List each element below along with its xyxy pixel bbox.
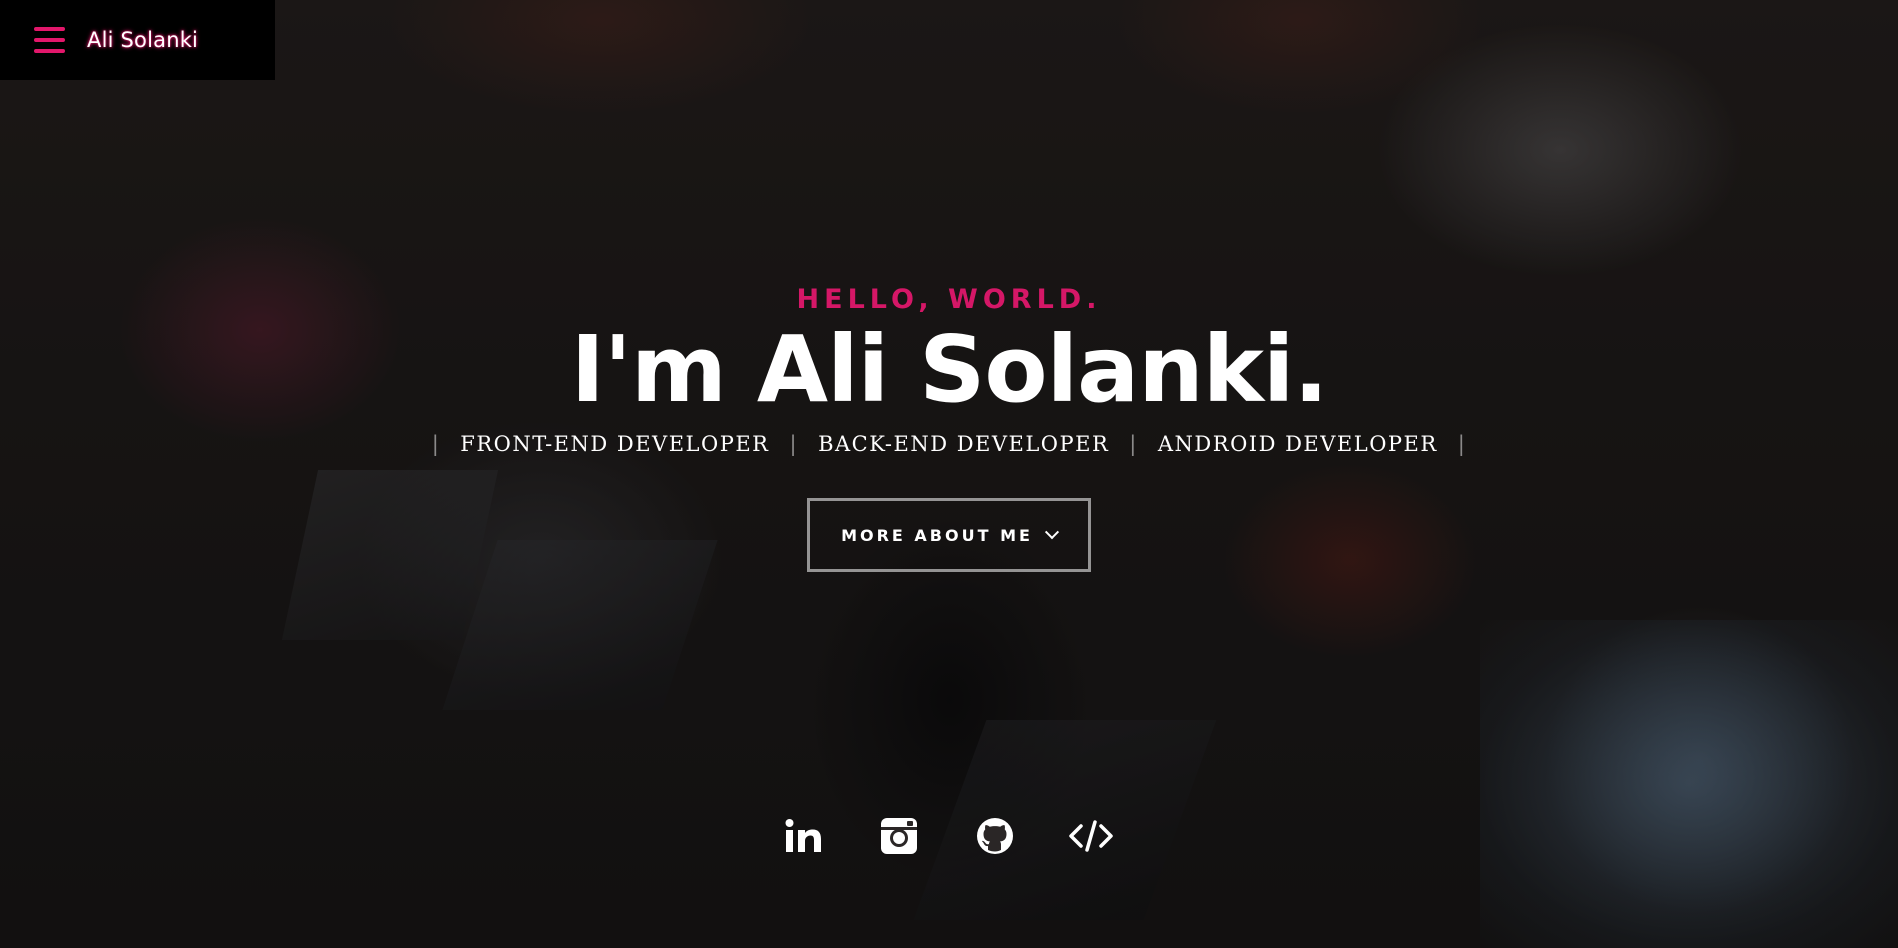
- code-link[interactable]: [1065, 812, 1117, 860]
- linkedin-link[interactable]: [777, 812, 829, 860]
- hamburger-menu-icon[interactable]: [34, 27, 65, 53]
- chevron-down-icon: [1044, 525, 1059, 540]
- social-links: [0, 812, 1896, 860]
- instagram-link[interactable]: [873, 812, 925, 860]
- hero-section: Ali Solanki HELLO, WORLD. I'm Ali Solank…: [0, 0, 1898, 948]
- role-item: ANDROID DEVELOPER: [1157, 432, 1438, 456]
- instagram-icon: [881, 818, 917, 854]
- role-separator: |: [789, 432, 799, 456]
- more-about-me-label: MORE ABOUT ME: [841, 525, 1033, 545]
- role-separator: |: [1129, 432, 1138, 456]
- role-item: FRONT-END DEVELOPER: [460, 432, 770, 456]
- code-icon: [1069, 820, 1113, 852]
- hero-content: HELLO, WORLD. I'm Ali Solanki. | FRONT-E…: [0, 280, 1898, 572]
- more-about-me-button[interactable]: MORE ABOUT ME: [807, 498, 1091, 572]
- role-separator: |: [431, 432, 441, 456]
- site-brand[interactable]: Ali Solanki: [87, 28, 198, 52]
- role-list: | FRONT-END DEVELOPER | BACK-END DEVELOP…: [0, 432, 1898, 456]
- hero-headline: I'm Ali Solanki.: [570, 316, 1329, 423]
- hero-greeting: HELLO, WORLD.: [796, 284, 1102, 315]
- role-item: BACK-END DEVELOPER: [818, 432, 1110, 456]
- top-nav-bar: Ali Solanki: [0, 0, 275, 80]
- github-icon: [977, 818, 1013, 854]
- linkedin-icon: [785, 819, 821, 852]
- github-link[interactable]: [969, 812, 1021, 860]
- role-separator: |: [1457, 432, 1467, 456]
